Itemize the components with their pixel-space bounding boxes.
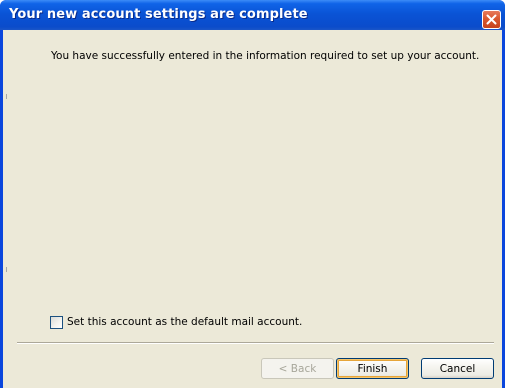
close-icon	[486, 14, 497, 25]
left-edge-mark	[6, 94, 7, 99]
title-bar[interactable]: Your new account settings are complete	[0, 0, 505, 30]
back-button[interactable]: < Back	[261, 358, 334, 379]
close-button[interactable]	[482, 10, 501, 29]
separator	[17, 342, 494, 344]
left-edge-mark	[6, 267, 7, 272]
success-message: You have successfully entered in the inf…	[51, 50, 480, 62]
default-account-option[interactable]: Set this account as the default mail acc…	[50, 315, 302, 329]
wizard-dialog: Your new account settings are complete Y…	[0, 0, 505, 388]
window-title: Your new account settings are complete	[9, 7, 308, 22]
default-account-label[interactable]: Set this account as the default mail acc…	[67, 316, 302, 328]
default-account-checkbox[interactable]	[50, 315, 63, 329]
finish-button[interactable]: Finish	[336, 358, 409, 379]
dialog-body: You have successfully entered in the inf…	[3, 30, 502, 388]
cancel-button[interactable]: Cancel	[421, 358, 494, 379]
